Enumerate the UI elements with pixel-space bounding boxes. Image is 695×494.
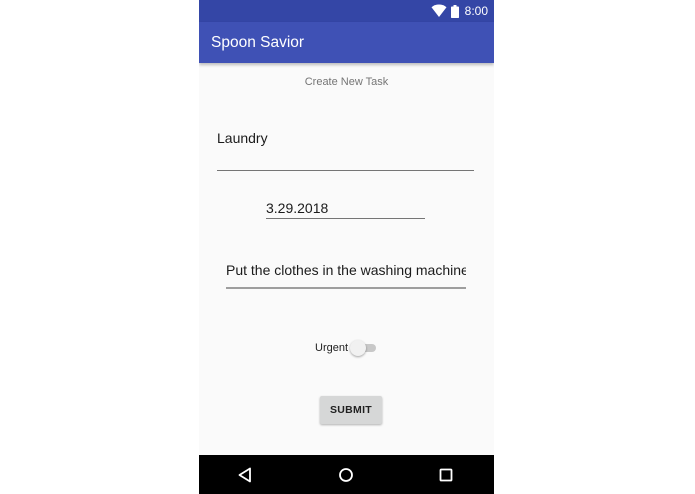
urgent-row: Urgent — [315, 340, 377, 356]
due-date-underline — [266, 218, 425, 219]
due-date-value[interactable]: 3.29.2018 — [266, 200, 425, 216]
description-field[interactable]: Put the clothes in the washing machine — [226, 262, 466, 290]
home-button[interactable] — [334, 463, 358, 487]
urgent-label: Urgent — [315, 342, 349, 354]
battery-icon — [450, 4, 459, 18]
phone-screen: 8:00 Spoon Savior Create New Task Laundr… — [199, 0, 494, 494]
description-value[interactable]: Put the clothes in the washing machine — [226, 262, 466, 278]
task-name-underline — [217, 170, 474, 171]
recents-button[interactable] — [434, 463, 458, 487]
recents-square-icon — [439, 468, 453, 482]
task-name-value[interactable]: Laundry — [217, 130, 474, 146]
submit-button[interactable]: SUBMIT — [320, 396, 382, 424]
home-circle-icon — [339, 468, 353, 482]
app-bar: Spoon Savior — [199, 22, 494, 63]
back-button[interactable] — [233, 463, 257, 487]
urgent-switch[interactable] — [350, 340, 377, 356]
due-date-field[interactable]: 3.29.2018 — [266, 200, 425, 220]
status-icons: 8:00 — [431, 3, 488, 19]
page-subtitle: Create New Task — [304, 76, 389, 88]
description-underline — [226, 287, 466, 289]
task-name-field[interactable]: Laundry — [217, 130, 474, 172]
status-bar: 8:00 — [199, 0, 494, 22]
app-title: Spoon Savior — [211, 34, 305, 51]
urgent-switch-thumb[interactable] — [350, 340, 367, 356]
back-triangle-icon — [238, 467, 251, 483]
wifi-icon — [431, 4, 447, 17]
navigation-bar — [199, 455, 494, 494]
status-time: 8:00 — [464, 4, 488, 18]
